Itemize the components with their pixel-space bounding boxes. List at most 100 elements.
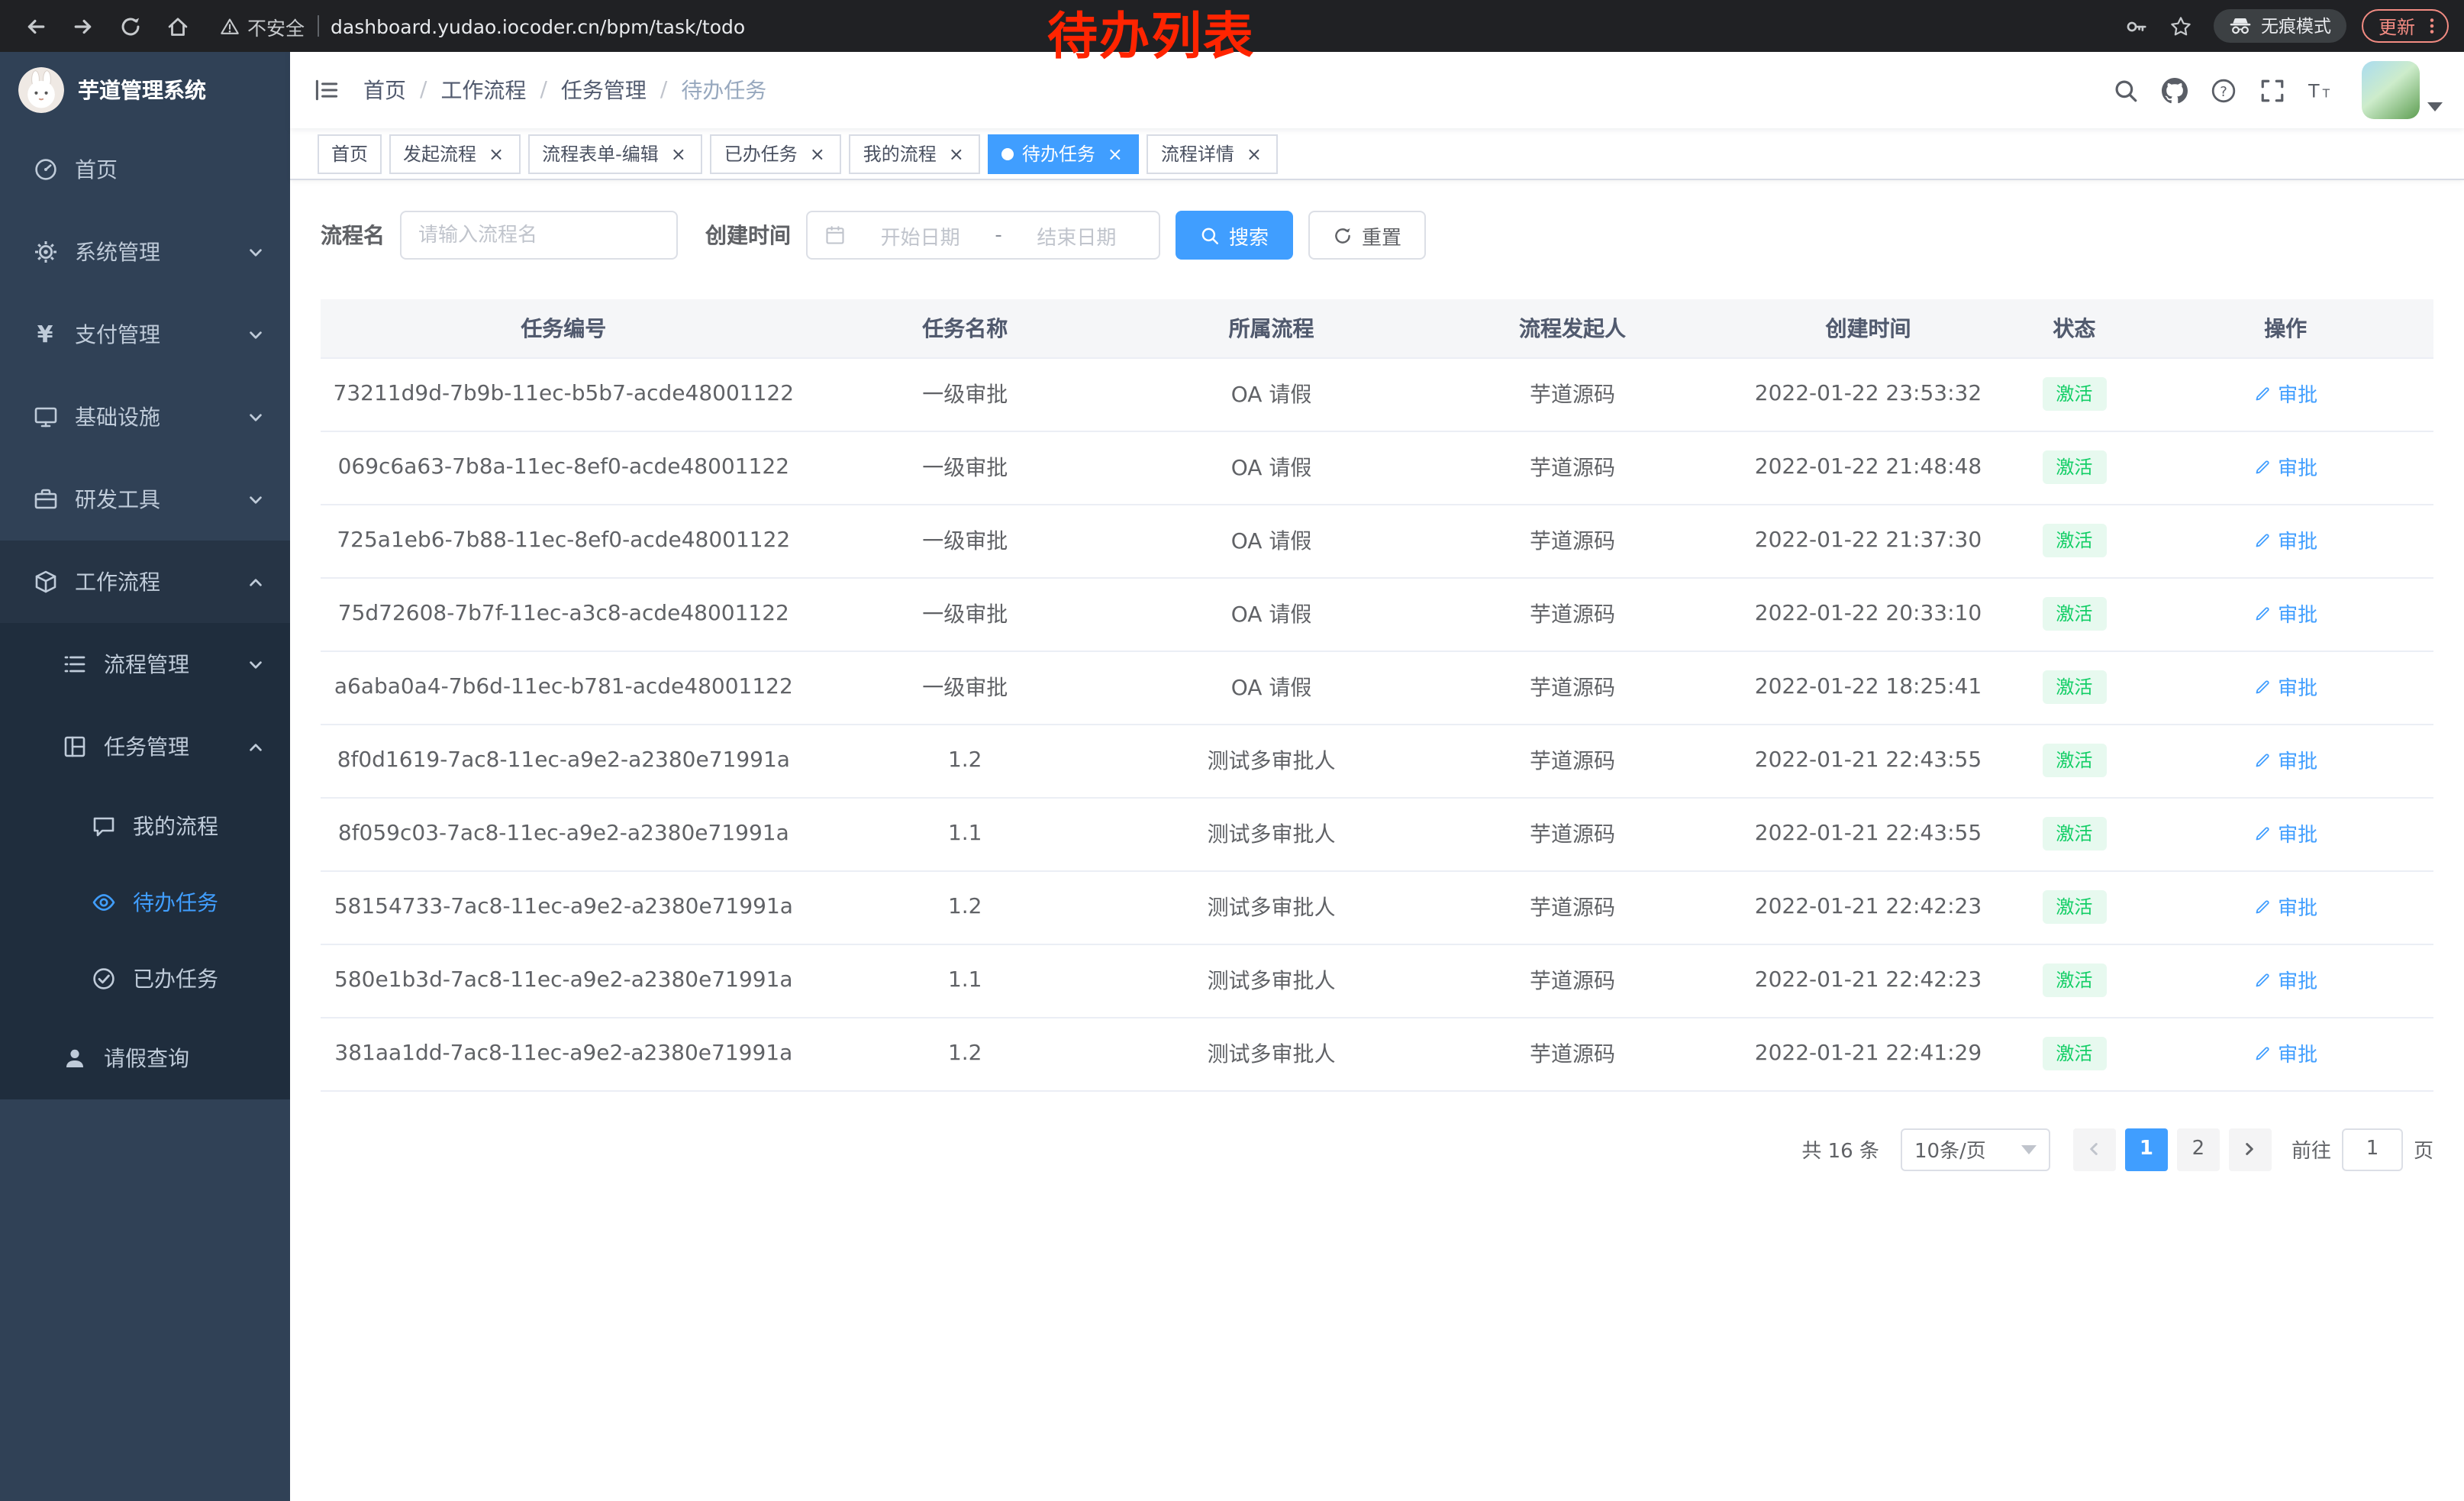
approve-link[interactable]: 审批: [2253, 453, 2317, 482]
table-row: 75d72608-7b7f-11ec-a3c8-acde48001122一级审批…: [321, 577, 2433, 650]
caret-down-icon: [2021, 1144, 2037, 1154]
sidebar-item-workflow[interactable]: 工作流程: [0, 541, 290, 623]
address-bar[interactable]: 不安全 dashboard.yudao.iocoder.cn/bpm/task/…: [220, 11, 745, 40]
hamburger-button[interactable]: [290, 52, 363, 128]
help-icon[interactable]: ?: [2200, 67, 2246, 113]
cell-created: 2022-01-21 22:41:29: [1726, 1017, 2011, 1090]
cell-process: 测试多审批人: [1124, 944, 1420, 1017]
column-header: 所属流程: [1124, 299, 1420, 357]
tab-process-detail[interactable]: 流程详情×: [1147, 134, 1279, 173]
approve-label: 审批: [2278, 893, 2317, 922]
forward-icon[interactable]: [63, 5, 104, 47]
key-icon[interactable]: [2116, 5, 2157, 47]
table-row: 381aa1dd-7ac8-11ec-a9e2-a2380e71991a1.2测…: [321, 1017, 2433, 1090]
sidebar-item-system[interactable]: 系统管理: [0, 211, 290, 293]
security-label: 不安全: [247, 11, 305, 40]
github-icon[interactable]: [2151, 67, 2197, 113]
avatar-wrap[interactable]: [2362, 61, 2443, 119]
cell-starter: 芋道源码: [1419, 944, 1725, 1017]
table-row: a6aba0a4-7b6d-11ec-b781-acde48001122一级审批…: [321, 650, 2433, 724]
page-button-2[interactable]: 2: [2177, 1128, 2220, 1170]
sidebar-item-leave-query[interactable]: 请假查询: [0, 1017, 290, 1099]
close-icon[interactable]: ×: [485, 143, 507, 164]
cube-icon: [32, 570, 58, 594]
approve-link[interactable]: 审批: [2253, 599, 2317, 628]
page-button-1[interactable]: 1: [2125, 1128, 2168, 1170]
sidebar-item-process-mgmt[interactable]: 流程管理: [0, 623, 290, 705]
cell-status: 激活: [2011, 870, 2137, 944]
update-label: 更新: [2379, 13, 2415, 39]
security-chip[interactable]: 不安全: [220, 11, 305, 40]
prev-page-button[interactable]: [2073, 1128, 2116, 1170]
tab-start-process[interactable]: 发起流程×: [389, 134, 521, 173]
date-range-input[interactable]: 开始日期 - 结束日期: [806, 211, 1160, 260]
cell-action: 审批: [2137, 650, 2433, 724]
fullscreen-icon[interactable]: [2249, 67, 2295, 113]
reset-button[interactable]: 重置: [1308, 211, 1426, 260]
home-icon[interactable]: [157, 5, 198, 47]
approve-link[interactable]: 审批: [2253, 673, 2317, 702]
next-page-button[interactable]: [2229, 1128, 2272, 1170]
approve-link[interactable]: 审批: [2253, 966, 2317, 995]
breadcrumb-item[interactable]: 工作流程: [440, 75, 526, 105]
approve-link[interactable]: 审批: [2253, 746, 2317, 775]
tab-done-task[interactable]: 已办任务×: [711, 134, 842, 173]
close-icon[interactable]: ×: [668, 143, 689, 164]
annotation-text: 待办列表: [1047, 9, 1255, 65]
sidebar-item-label: 任务管理: [104, 731, 247, 762]
app-logo-row[interactable]: 芋道管理系统: [0, 52, 290, 128]
cell-status: 激活: [2011, 1017, 2137, 1090]
end-date-placeholder: 结束日期: [1011, 221, 1142, 250]
sidebar-item-payment[interactable]: ¥支付管理: [0, 293, 290, 376]
sidebar-item-task-mgmt[interactable]: 任务管理: [0, 705, 290, 788]
search-icon: [1200, 225, 1220, 245]
search-button[interactable]: 搜索: [1176, 211, 1293, 260]
close-icon[interactable]: ×: [1243, 143, 1265, 164]
pagination: 共 16 条 10条/页 12 前往 页: [321, 1128, 2433, 1170]
breadcrumb-item[interactable]: 首页: [363, 75, 406, 105]
search-icon[interactable]: [2102, 67, 2148, 113]
text-size-icon[interactable]: TT: [2298, 67, 2343, 113]
svg-text:?: ?: [2219, 83, 2227, 99]
sidebar-item-home[interactable]: 首页: [0, 128, 290, 211]
close-icon[interactable]: ×: [807, 143, 828, 164]
chevron-left-icon: [2086, 1141, 2103, 1157]
kebab-menu-icon[interactable]: [2423, 17, 2441, 35]
update-button[interactable]: 更新: [2362, 9, 2449, 43]
cell-id: 725a1eb6-7b88-11ec-8ef0-acde48001122: [321, 504, 807, 577]
sidebar-item-my-process[interactable]: 我的流程: [0, 788, 290, 864]
approve-link[interactable]: 审批: [2253, 1039, 2317, 1068]
page-size-select[interactable]: 10条/页: [1901, 1128, 2050, 1170]
approve-link[interactable]: 审批: [2253, 379, 2317, 408]
sidebar-item-done-task[interactable]: 已办任务: [0, 941, 290, 1017]
tab-form-edit[interactable]: 流程表单-编辑×: [528, 134, 703, 173]
app-logo-icon: [18, 67, 64, 113]
tabs-bar: 首页发起流程×流程表单-编辑×已办任务×我的流程×待办任务×流程详情×: [290, 128, 2464, 180]
sidebar-item-todo-task[interactable]: 待办任务: [0, 864, 290, 941]
tab-home[interactable]: 首页: [318, 134, 382, 173]
avatar[interactable]: [2362, 61, 2420, 119]
warning-icon: [220, 16, 240, 36]
reload-icon[interactable]: [110, 5, 151, 47]
breadcrumb-item[interactable]: 任务管理: [561, 75, 647, 105]
sidebar-item-devtools[interactable]: 研发工具: [0, 458, 290, 541]
approve-link[interactable]: 审批: [2253, 526, 2317, 555]
close-icon[interactable]: ×: [946, 143, 967, 164]
approve-label: 审批: [2278, 453, 2317, 482]
process-name-field[interactable]: [400, 211, 678, 260]
close-icon[interactable]: ×: [1105, 143, 1126, 164]
breadcrumb-item: 待办任务: [681, 75, 766, 105]
tab-my-process[interactable]: 我的流程×: [850, 134, 981, 173]
star-icon[interactable]: [2160, 5, 2201, 47]
sidebar-item-label: 待办任务: [133, 887, 264, 918]
goto-page-input[interactable]: [2342, 1128, 2403, 1170]
approve-link[interactable]: 审批: [2253, 893, 2317, 922]
column-header: 操作: [2137, 299, 2433, 357]
back-icon[interactable]: [15, 5, 56, 47]
eye-icon: [90, 890, 116, 915]
process-name-input[interactable]: [418, 224, 660, 247]
approve-label: 审批: [2278, 966, 2317, 995]
tab-todo-task[interactable]: 待办任务×: [989, 134, 1140, 173]
sidebar-item-infrastructure[interactable]: 基础设施: [0, 376, 290, 458]
approve-link[interactable]: 审批: [2253, 819, 2317, 848]
